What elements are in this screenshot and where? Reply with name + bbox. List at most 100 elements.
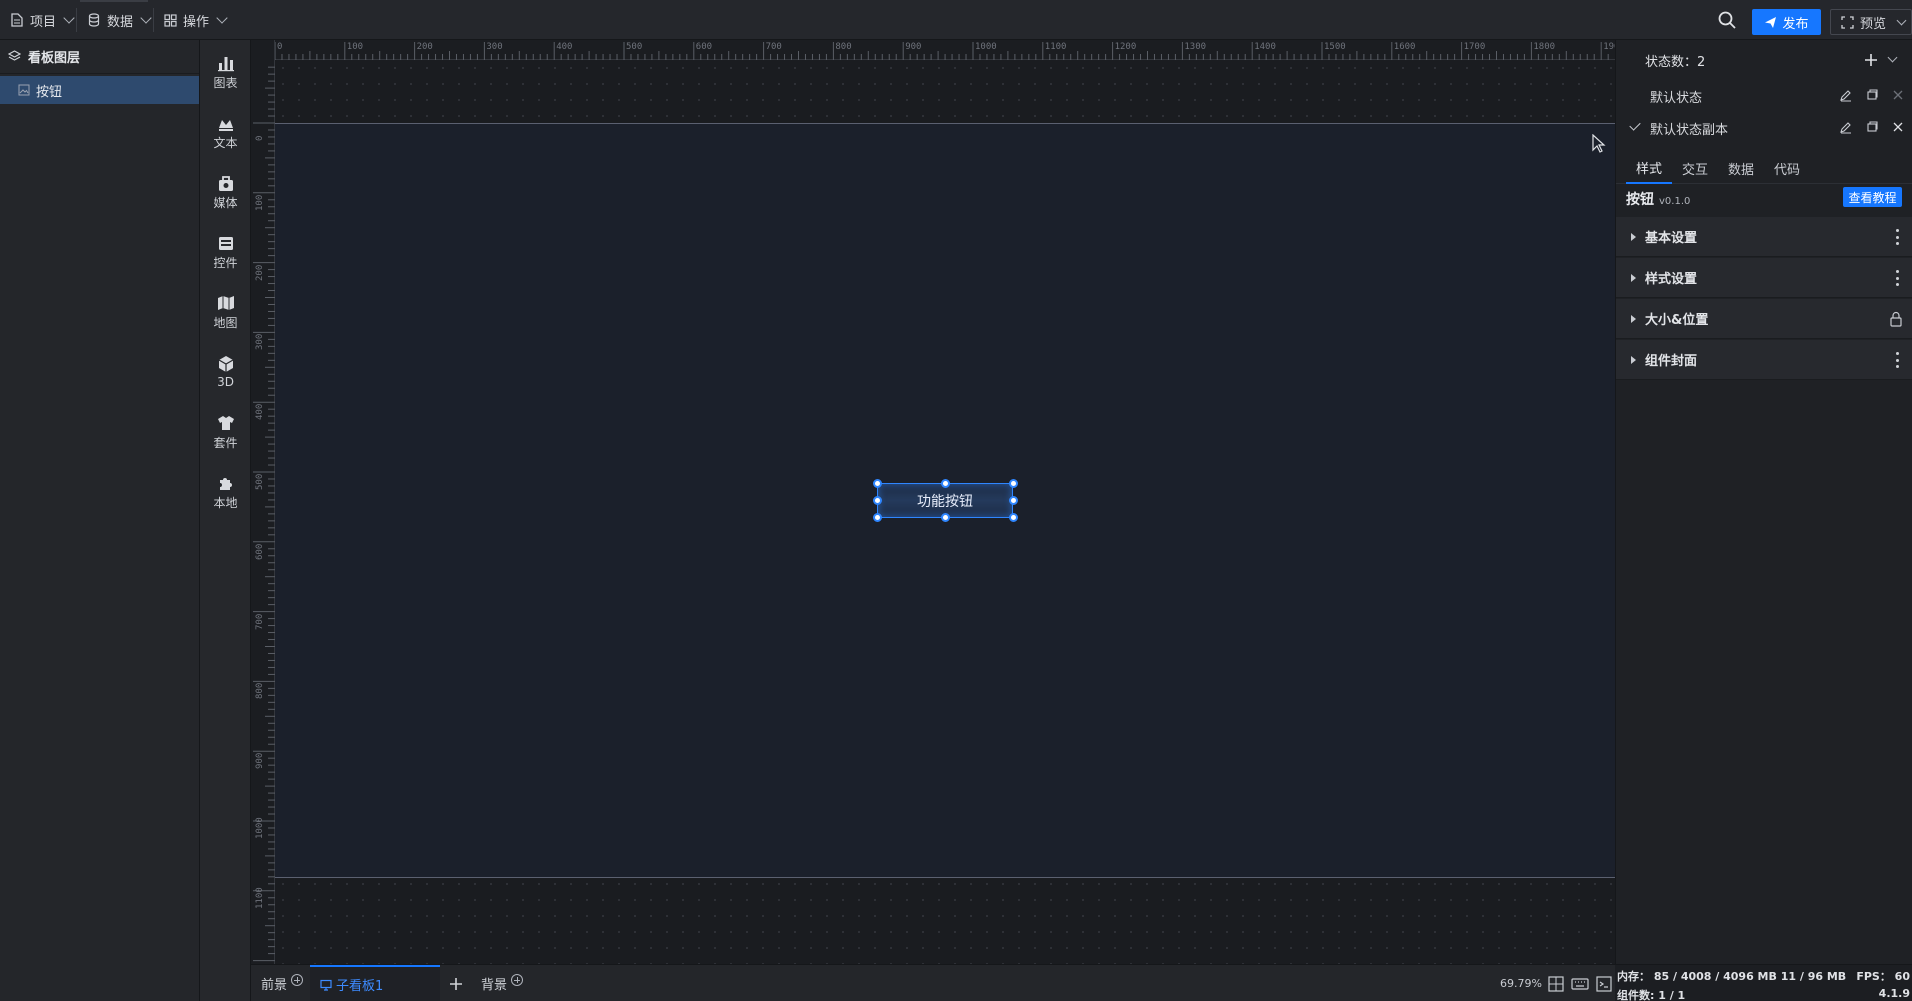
ruler-number: 700 xyxy=(765,42,782,52)
section-basic-settings[interactable]: 基本设置 xyxy=(1616,217,1912,257)
edit-icon[interactable] xyxy=(1839,120,1853,134)
add-board-button[interactable] xyxy=(449,965,463,1001)
section-label: 样式设置 xyxy=(1645,272,1698,287)
rail-item-3d[interactable]: 3D xyxy=(200,347,251,397)
tab-interaction[interactable]: 交互 xyxy=(1672,152,1718,184)
search-button[interactable] xyxy=(1717,10,1737,30)
resize-handle[interactable] xyxy=(873,513,882,522)
rail-item-label: 本地 xyxy=(213,495,238,510)
component-rail: 图表 文本 媒体 控件 地图 3D 套件 本地 xyxy=(200,40,251,1001)
state-row-default[interactable]: 默认状态 xyxy=(1616,80,1912,112)
lock-icon[interactable] xyxy=(1889,311,1903,327)
rail-item-chart[interactable]: 图表 xyxy=(200,47,251,97)
add-circle-icon[interactable] xyxy=(291,973,304,986)
section-component-cover[interactable]: 组件封面 xyxy=(1616,340,1912,380)
tab-foreground[interactable]: 前景 xyxy=(261,965,304,1001)
rail-item-media[interactable]: 媒体 xyxy=(200,167,251,217)
publish-button[interactable]: 发布 xyxy=(1752,9,1821,35)
resize-handle[interactable] xyxy=(1009,513,1018,522)
ruler-number: 1400 xyxy=(1254,42,1276,52)
close-icon[interactable] xyxy=(1891,88,1905,102)
tab-label: 背景 xyxy=(481,978,508,993)
shirt-icon xyxy=(217,415,234,430)
tab-style[interactable]: 样式 xyxy=(1626,152,1673,184)
resize-handle[interactable] xyxy=(873,496,882,505)
resize-handle[interactable] xyxy=(941,479,950,488)
ruler-number: 0 xyxy=(255,135,265,141)
data-menu[interactable]: 数据 xyxy=(87,0,152,40)
state-count-header: 状态数：2 xyxy=(1616,40,1912,80)
more-vertical-icon[interactable] xyxy=(1896,352,1899,368)
more-vertical-icon[interactable] xyxy=(1896,229,1899,245)
section-style-settings[interactable]: 样式设置 xyxy=(1616,258,1912,298)
add-circle-icon[interactable] xyxy=(511,973,524,986)
fps-counter: FPS： 60 xyxy=(1856,970,1910,983)
layer-panel-title: 看板图层 xyxy=(28,51,81,66)
ruler-number: 600 xyxy=(695,42,713,52)
resize-handle[interactable] xyxy=(1009,496,1018,505)
ruler-number: 200 xyxy=(416,42,433,52)
keyboard-icon[interactable] xyxy=(1571,975,1589,993)
tab-data[interactable]: 数据 xyxy=(1718,152,1764,184)
copy-icon[interactable] xyxy=(1865,88,1879,102)
component-title: 按钮 v0.1.0 xyxy=(1626,189,1690,215)
section-size-position[interactable]: 大小&位置 xyxy=(1616,299,1912,339)
property-tabs: 样式 交互 数据 代码 xyxy=(1616,152,1912,184)
project-menu[interactable]: 项目 xyxy=(10,0,75,40)
operation-menu-label: 操作 xyxy=(183,14,210,30)
zoom-level[interactable]: 69.79% xyxy=(1500,965,1542,1001)
chevron-down-icon xyxy=(1896,15,1907,26)
chart-icon xyxy=(217,56,234,71)
resize-handle[interactable] xyxy=(1009,479,1018,488)
rail-item-label: 3D xyxy=(217,375,234,389)
ruler-number: 500 xyxy=(626,42,643,52)
tab-sub-board[interactable]: 子看板1 xyxy=(310,965,440,1001)
edit-icon[interactable] xyxy=(1839,88,1853,102)
view-tutorial-button[interactable]: 查看教程 xyxy=(1843,187,1902,207)
ruler-number: 900 xyxy=(905,42,922,52)
mouse-cursor-icon xyxy=(1592,134,1606,153)
caret-right-icon xyxy=(1631,315,1636,323)
document-icon xyxy=(10,13,24,27)
add-state-icon[interactable] xyxy=(1863,52,1879,68)
ruler-number: 1700 xyxy=(1463,42,1486,52)
more-vertical-icon[interactable] xyxy=(1896,270,1899,286)
cube-icon xyxy=(218,356,233,372)
chevron-down-icon[interactable] xyxy=(1887,52,1898,63)
fit-screen-icon[interactable] xyxy=(1547,975,1565,993)
rail-item-map[interactable]: 地图 xyxy=(200,287,251,337)
menu-divider xyxy=(76,8,77,32)
ruler-number: 1500 xyxy=(1324,42,1346,52)
component-count: 组件数: 1 / 1 xyxy=(1617,989,1686,1001)
check-icon xyxy=(1629,119,1641,131)
chevron-down-icon xyxy=(63,12,75,24)
resize-handle[interactable] xyxy=(941,513,950,522)
component-version: v0.1.0 xyxy=(1659,196,1691,207)
rail-item-kit[interactable]: 套件 xyxy=(200,407,251,457)
rail-item-text[interactable]: 文本 xyxy=(200,107,251,157)
preview-button[interactable]: 预览 xyxy=(1830,9,1912,35)
operation-menu[interactable]: 操作 xyxy=(163,0,228,40)
resize-handle[interactable] xyxy=(873,479,882,488)
horizontal-ruler[interactable]: 0 100 200 300 400 500 600 700 800 900 1000 1100 1200… xyxy=(251,40,1625,60)
rail-item-local[interactable]: 本地 xyxy=(200,467,251,517)
ruler-number: 1300 xyxy=(1184,42,1207,52)
terminal-icon[interactable] xyxy=(1595,975,1613,993)
ruler-number: 900 xyxy=(255,752,265,770)
publish-button-label: 发布 xyxy=(1782,16,1809,32)
project-menu-label: 项目 xyxy=(30,14,57,30)
close-icon[interactable] xyxy=(1891,120,1905,134)
tab-background[interactable]: 背景 xyxy=(481,965,524,1001)
rail-item-widget[interactable]: 控件 xyxy=(200,227,251,277)
state-row-default-copy[interactable]: 默认状态副本 xyxy=(1616,112,1912,144)
layer-item-button[interactable]: 按钮 xyxy=(0,76,199,104)
caret-right-icon xyxy=(1631,274,1636,282)
canvas-button-label: 功能按钮 xyxy=(917,493,973,510)
text-icon xyxy=(218,119,233,131)
layer-panel: 看板图层 按钮 xyxy=(0,40,200,1001)
tab-label: 子看板1 xyxy=(336,979,384,994)
copy-icon[interactable] xyxy=(1865,120,1879,134)
vertical-ruler[interactable]: 0 100 200 300 400 500 600 700 800 900 1000 1100 xyxy=(251,40,275,964)
tab-code[interactable]: 代码 xyxy=(1764,152,1810,184)
media-icon xyxy=(218,175,233,191)
